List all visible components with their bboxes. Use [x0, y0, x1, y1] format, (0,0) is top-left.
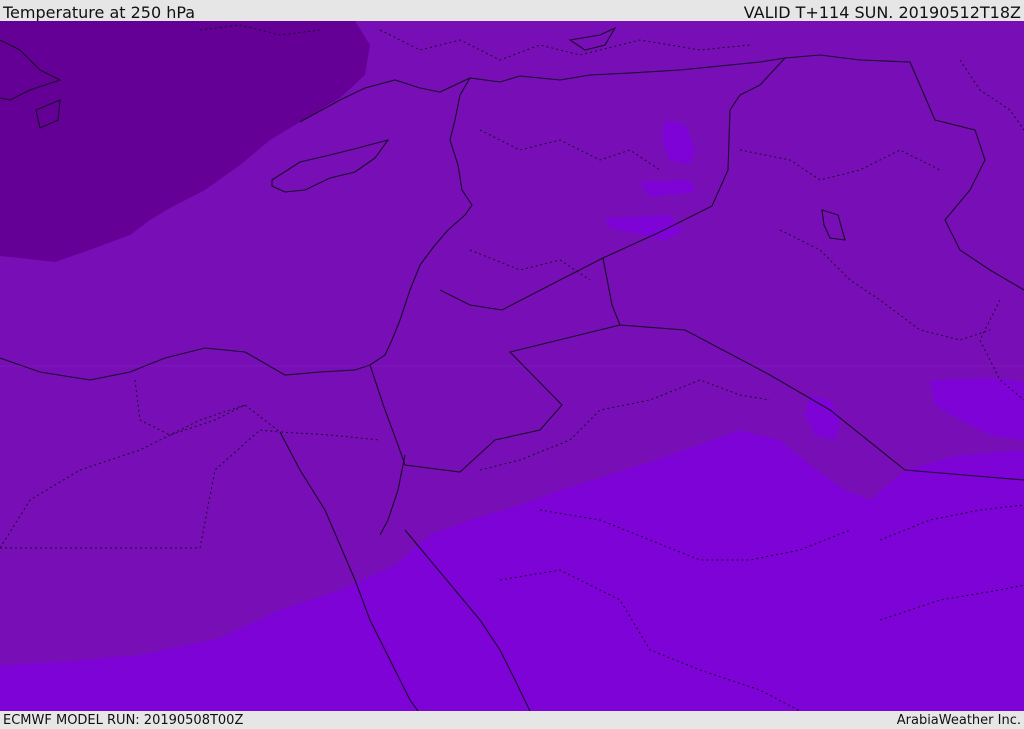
brand-credit: ArabiaWeather Inc. [896, 713, 1021, 728]
map-title: Temperature at 250 hPa [3, 3, 196, 22]
header-bar: Temperature at 250 hPa VALID T+114 SUN. … [0, 0, 1024, 22]
valid-time: VALID T+114 SUN. 20190512T18Z [743, 3, 1021, 22]
temperature-map[interactable] [0, 21, 1024, 711]
footer-bar: ECMWF MODEL RUN: 20190508T00Z ArabiaWeat… [0, 711, 1024, 729]
model-run: ECMWF MODEL RUN: 20190508T00Z [3, 713, 244, 728]
